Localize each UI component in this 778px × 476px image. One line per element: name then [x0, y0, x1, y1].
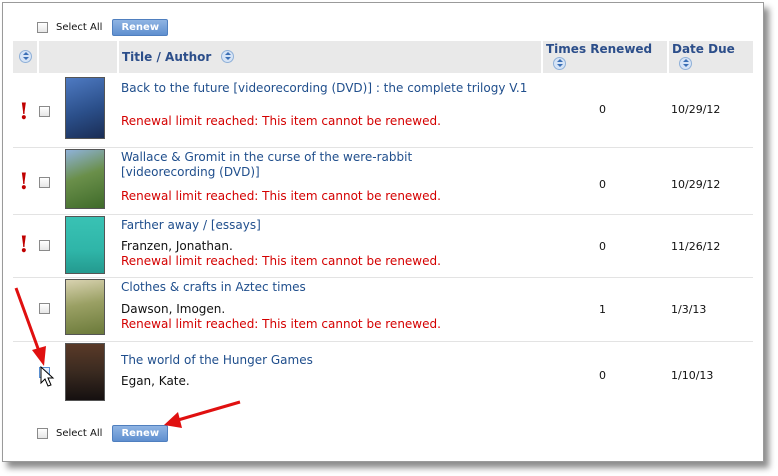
select-all-label-top: Select All: [56, 22, 103, 33]
renewal-warning: Renewal limit reached: This item cannot …: [121, 317, 441, 331]
renewal-warning: Renewal limit reached: This item cannot …: [121, 189, 441, 203]
annotation-arrow-icon: [14, 287, 46, 366]
row-divider: [13, 277, 753, 278]
select-all-checkbox-top[interactable]: [37, 22, 48, 33]
item-title-link[interactable]: Farther away / [essays]: [121, 218, 541, 233]
item-title-link[interactable]: Clothes & crafts in Aztec times: [121, 280, 541, 295]
item-title-link[interactable]: Wallace & Gromit in the curse of the wer…: [121, 150, 451, 180]
row-divider: [13, 214, 753, 215]
header-cell-times-renewed: Times Renewed: [543, 41, 667, 73]
cover-image: [65, 149, 105, 209]
row-checkbox[interactable]: [39, 177, 50, 188]
renewal-warning: Renewal limit reached: This item cannot …: [121, 254, 441, 268]
sort-icon[interactable]: [221, 50, 234, 63]
item-author: Dawson, Imogen.: [121, 302, 226, 316]
mouse-cursor-icon: [40, 366, 55, 387]
date-due-value: 10/29/12: [671, 103, 721, 116]
date-due-value: 1/3/13: [671, 303, 707, 316]
date-due-value: 10/29/12: [671, 178, 721, 191]
renew-button-top[interactable]: Renew: [112, 19, 169, 36]
times-renewed-value: 0: [599, 103, 606, 116]
sort-icon[interactable]: [679, 57, 692, 70]
table-row: ! Wallace & Gromit in the curse of the w…: [13, 149, 753, 213]
column-title-author[interactable]: Title / Author: [122, 50, 211, 64]
table-row: ! Back to the future [videorecording (DV…: [13, 77, 753, 145]
row-checkbox[interactable]: [39, 106, 50, 117]
header-cell-title: Title / Author: [119, 41, 541, 73]
item-title-link[interactable]: Back to the future [videorecording (DVD)…: [121, 81, 541, 96]
item-title-link[interactable]: The world of the Hunger Games: [121, 353, 541, 368]
column-times-renewed[interactable]: Times Renewed: [546, 42, 652, 56]
cover-image: [65, 343, 105, 401]
checkouts-panel: Select All Renew Title / Author Times Re…: [2, 2, 764, 462]
times-renewed-value: 0: [599, 240, 606, 253]
header-cell-date-due: Date Due: [669, 41, 753, 73]
annotation-arrow-icon: [164, 400, 241, 428]
cover-image: [65, 216, 105, 274]
header-cell-status: [13, 41, 37, 73]
table-row: ! Farther away / [essays] Franzen, Jonat…: [13, 216, 753, 276]
renewal-warning: Renewal limit reached: This item cannot …: [121, 114, 441, 128]
times-renewed-value: 0: [599, 369, 606, 382]
select-all-checkbox-bottom[interactable]: [37, 428, 48, 439]
top-select-bar: Select All Renew: [37, 19, 169, 36]
table-row: The world of the Hunger Games Egan, Kate…: [13, 343, 753, 403]
bottom-select-bar: Select All Renew: [37, 425, 169, 442]
column-date-due[interactable]: Date Due: [672, 42, 735, 56]
sort-icon[interactable]: [553, 57, 566, 70]
times-renewed-value: 1: [599, 303, 606, 316]
cover-image: [65, 279, 105, 335]
exclamation-icon: !: [19, 99, 29, 125]
row-divider: [13, 147, 753, 148]
header-cell-cover: [39, 41, 117, 73]
exclamation-icon: !: [19, 232, 29, 258]
table-row: Clothes & crafts in Aztec times Dawson, …: [13, 279, 753, 341]
date-due-value: 1/10/13: [671, 369, 714, 382]
exclamation-icon: !: [19, 169, 29, 195]
times-renewed-value: 0: [599, 178, 606, 191]
date-due-value: 11/26/12: [671, 240, 721, 253]
row-checkbox[interactable]: [39, 240, 50, 251]
item-author: Egan, Kate.: [121, 374, 190, 388]
cover-image: [65, 77, 105, 139]
sort-icon[interactable]: [19, 50, 32, 63]
item-author: Franzen, Jonathan.: [121, 239, 233, 253]
row-divider: [13, 341, 753, 342]
select-all-label-bottom: Select All: [56, 428, 103, 439]
